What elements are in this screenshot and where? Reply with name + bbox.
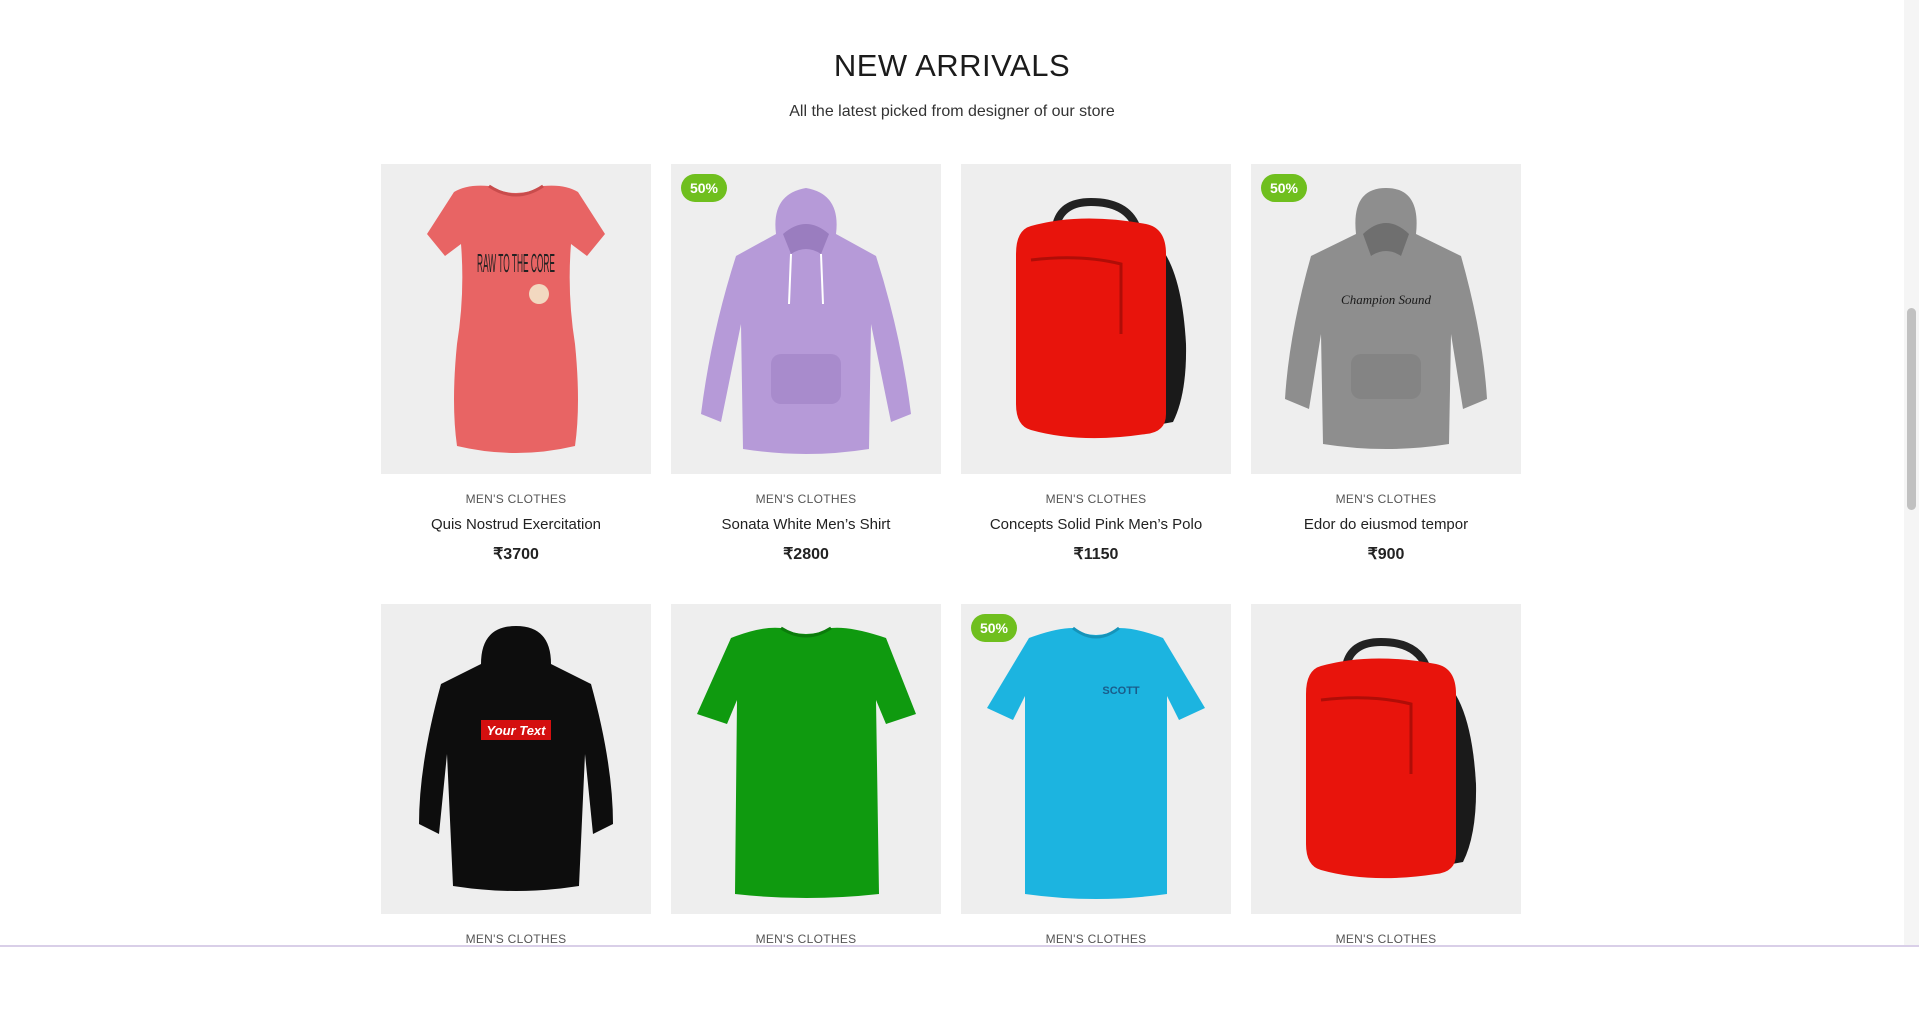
red-backpack-icon — [1306, 637, 1477, 879]
green-tshirt-icon — [697, 626, 916, 898]
product-card[interactable]: 50% MEN'S CLOTHES Sonata White Men’s Shi… — [671, 164, 941, 584]
print-text: SCOTT — [1102, 685, 1140, 697]
product-category: MEN'S CLOTHES — [465, 492, 567, 506]
product-category: MEN'S CLOTHES — [1335, 492, 1437, 506]
product-name[interactable]: Concepts Solid Pink Men’s Polo — [961, 516, 1231, 533]
product-image[interactable]: 50% — [671, 164, 941, 474]
blue-tshirt-icon: SCOTT — [987, 626, 1205, 899]
red-backpack-icon — [1016, 197, 1187, 439]
product-card[interactable]: MEN'S CLOTHES — [1251, 604, 1521, 1024]
discount-badge: 50% — [681, 174, 727, 202]
print-text: Your Text — [487, 723, 547, 738]
section-header: NEW ARRIVALS All the latest picked from … — [0, 44, 1904, 122]
product-card[interactable]: Your Text MEN'S CLOTHES — [381, 604, 651, 1024]
product-name[interactable]: Sonata White Men’s Shirt — [671, 516, 941, 533]
product-category: MEN'S CLOTHES — [465, 932, 567, 946]
product-category: MEN'S CLOTHES — [1335, 932, 1437, 946]
scrollbar[interactable] — [1904, 0, 1919, 947]
scrollbar-thumb[interactable] — [1907, 308, 1916, 510]
pink-tshirt-icon: RAW TO THE CORE — [427, 184, 605, 453]
product-image[interactable] — [1251, 604, 1521, 914]
discount-badge: 50% — [971, 614, 1017, 642]
product-price: ₹1150 — [1073, 546, 1119, 563]
section-title: NEW ARRIVALS — [833, 48, 1071, 83]
section-subtitle: All the latest picked from designer of o… — [789, 103, 1115, 120]
product-image[interactable]: SCOTT 50% — [961, 604, 1231, 914]
product-name[interactable]: Quis Nostrud Exercitation — [381, 516, 651, 533]
product-category: MEN'S CLOTHES — [1045, 932, 1147, 946]
product-card[interactable]: MEN'S CLOTHES Concepts Solid Pink Men’s … — [961, 164, 1231, 584]
lavender-hoodie-icon — [701, 188, 911, 454]
print-text: Champion Sound — [1341, 292, 1431, 307]
product-category: MEN'S CLOTHES — [755, 932, 857, 946]
discount-badge: 50% — [1261, 174, 1307, 202]
product-image[interactable] — [671, 604, 941, 914]
product-category: MEN'S CLOTHES — [1045, 492, 1147, 506]
product-card[interactable]: Champion Sound 50% MEN'S CLOTHES Edor do… — [1251, 164, 1521, 584]
product-image[interactable] — [961, 164, 1231, 474]
product-image[interactable]: RAW TO THE CORE — [381, 164, 651, 474]
product-price: ₹3700 — [493, 546, 539, 563]
print-text: RAW TO THE CORE — [477, 248, 555, 278]
grey-hoodie-icon: Champion Sound — [1285, 188, 1487, 449]
product-price: ₹900 — [1367, 546, 1405, 563]
product-image[interactable]: Champion Sound 50% — [1251, 164, 1521, 474]
product-image[interactable]: Your Text — [381, 604, 651, 914]
product-card[interactable]: SCOTT 50% MEN'S CLOTHES — [961, 604, 1231, 1024]
product-name[interactable]: Edor do eiusmod tempor — [1251, 516, 1521, 533]
product-category: MEN'S CLOTHES — [755, 492, 857, 506]
product-card[interactable]: MEN'S CLOTHES — [671, 604, 941, 1024]
product-price: ₹2800 — [783, 546, 829, 563]
black-hoodie-icon: Your Text — [419, 626, 613, 891]
product-card[interactable]: RAW TO THE CORE MEN'S CLOTHES Quis Nostr… — [381, 164, 651, 584]
